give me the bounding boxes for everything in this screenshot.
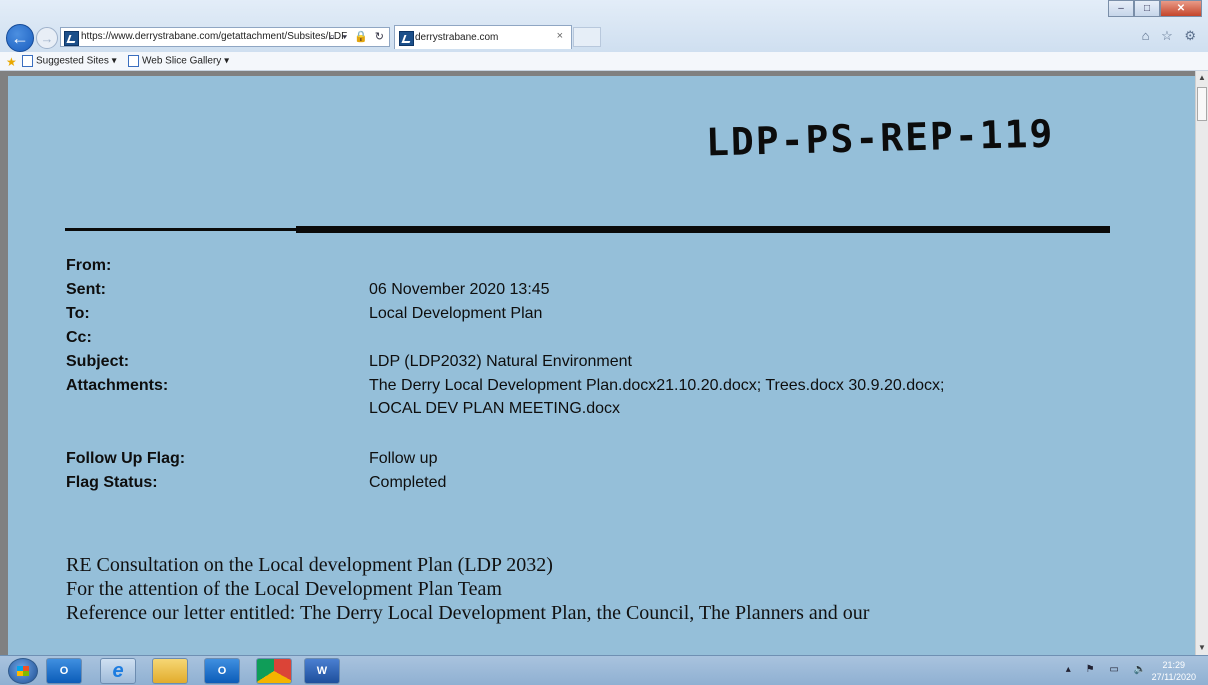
internet-explorer-taskbar-icon[interactable]: e [100,658,136,684]
file-explorer-taskbar-icon[interactable] [152,658,188,684]
arrow-left-icon: ← [11,27,29,48]
address-url[interactable]: https://www.derrystrabane.com/getattachm… [81,31,347,42]
maximize-button[interactable]: □ [1134,0,1160,17]
clock-time: 21:29 [1162,660,1186,670]
subject-value: LDP (LDP2032) Natural Environment [369,353,632,370]
site-favicon-icon [64,31,79,46]
reference-stamp: LDP-PS-REP-119 [705,111,1055,165]
attachments-value: The Derry Local Development Plan.docx21.… [369,377,945,394]
minimize-button[interactable]: – [1108,0,1134,17]
scroll-up-icon[interactable]: ▲ [1196,71,1208,85]
header-rule-left [65,228,298,231]
system-tray-icons[interactable]: ▴ ⚑ ▭ 🔈 [1066,664,1152,675]
body-line: For the attention of the Local Developme… [66,578,502,600]
arrow-right-icon: → [40,30,54,46]
pdf-viewer: LDP-PS-REP-119 From: Sent: 06 November 2… [0,71,1208,655]
sent-value: 06 November 2020 13:45 [369,281,550,298]
body-line: Reference our letter entitled: The Derry… [66,602,870,624]
flag-status-value: Completed [369,474,447,491]
tab-favicon-icon [399,31,414,46]
new-tab-button[interactable] [573,27,601,47]
vertical-scrollbar[interactable]: ▲ ▼ [1195,71,1208,655]
window-controls: – □ ✕ [1108,0,1202,17]
attachments-value-line2: LOCAL DEV PLAN MEETING.docx [369,400,621,417]
from-label: From: [66,257,112,274]
cc-label: Cc: [66,329,92,346]
header-rule-right [296,226,1110,233]
close-window-button[interactable]: ✕ [1160,0,1202,17]
follow-up-flag-label: Follow Up Flag: [66,450,186,467]
web-slice-gallery-label: Web Slice Gallery ▾ [142,55,230,67]
address-bar[interactable]: https://www.derrystrabane.com/getattachm… [60,27,390,47]
tab-close-icon[interactable]: × [557,30,563,42]
outlook-app-taskbar-icon[interactable]: O [204,658,240,684]
suggested-sites-link[interactable]: Suggested Sites ▾ [22,55,117,67]
to-value: Local Development Plan [369,305,543,322]
flag-status-label: Flag Status: [66,474,158,491]
scrollbar-thumb[interactable] [1197,87,1207,121]
sent-label: Sent: [66,281,106,298]
browser-titlebar: ← → https://www.derrystrabane.com/getatt… [0,0,1208,53]
favorites-bar: ★ Suggested Sites ▾ Web Slice Gallery ▾ [0,52,1208,71]
suggested-sites-label: Suggested Sites ▾ [36,55,117,67]
forward-button[interactable]: → [36,27,58,49]
outlook-taskbar-icon[interactable]: O [46,658,82,684]
page-icon [22,55,33,67]
follow-up-flag-value: Follow up [369,450,438,467]
document-page: LDP-PS-REP-119 From: Sent: 06 November 2… [8,76,1195,655]
tab-title: derrystrabane.com [415,32,499,43]
clock-date: 27/11/2020 [1151,672,1196,682]
start-button[interactable] [8,658,38,684]
browser-tab[interactable]: derrystrabane.com × [394,25,572,49]
web-slice-gallery-link[interactable]: Web Slice Gallery ▾ [128,55,229,67]
scroll-down-icon[interactable]: ▼ [1196,641,1208,655]
page-icon [128,55,139,67]
address-tools-icons[interactable]: ⌕ ▾ 🔒 ↻ [329,30,386,44]
taskbar-clock[interactable]: 21:29 27/11/2020 [1152,659,1196,683]
word-taskbar-icon[interactable]: W [304,658,340,684]
windows-taskbar: O e O W ▴ ⚑ ▭ 🔈 21:29 27/11/2020 [0,655,1208,685]
subject-label: Subject: [66,353,130,370]
to-label: To: [66,305,90,322]
body-line: RE Consultation on the Local development… [66,554,553,576]
back-button[interactable]: ← [6,24,34,52]
home-favorites-settings-icons[interactable]: ⌂ ☆ ⚙ [1142,28,1200,44]
favorites-star-icon[interactable]: ★ [6,55,17,69]
chrome-taskbar-icon[interactable] [256,658,292,684]
attachments-label: Attachments: [66,377,169,394]
